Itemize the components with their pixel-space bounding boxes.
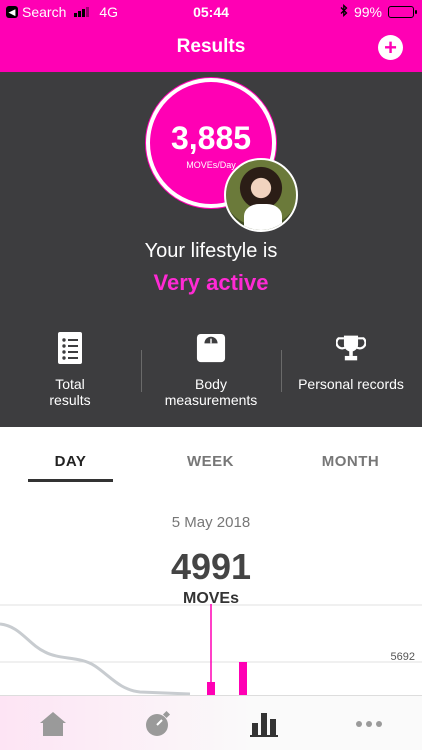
day-total-moves: 4991 — [170, 546, 252, 587]
body-measurements-label-2: measurements — [164, 392, 258, 408]
bottom-tab-bar — [0, 695, 422, 750]
more-icon — [356, 721, 382, 727]
home-icon — [40, 712, 66, 736]
tabbar-results[interactable] — [249, 710, 279, 738]
tab-week[interactable]: WEEK — [168, 453, 253, 470]
personal-records-label: Personal records — [298, 376, 404, 392]
status-bar: ◀ Search 4G 05:44 99% — [0, 0, 422, 24]
chart-reference-value: 5692 — [391, 651, 415, 663]
lifestyle-label: Your lifestyle is — [144, 240, 278, 262]
total-results-label-1: Total — [55, 376, 85, 392]
bluetooth-icon — [340, 4, 348, 20]
body-measurements-button[interactable]: Body measurements — [141, 330, 281, 408]
moves-per-day-value: 3,885 — [170, 120, 252, 156]
selected-date: 5 May 2018 — [171, 514, 251, 531]
page-title: Results — [176, 36, 246, 57]
personal-records-button[interactable]: Personal records — [281, 330, 421, 392]
moves-bar — [239, 662, 247, 696]
battery-icon — [388, 6, 417, 18]
tab-day[interactable]: DAY — [28, 453, 113, 470]
avatar[interactable] — [224, 158, 298, 232]
total-results-label-2: results — [49, 392, 91, 408]
list-icon — [55, 330, 85, 366]
shortcuts: Total results Body measurements Personal… — [0, 330, 422, 420]
plus-circle-icon: + — [384, 34, 397, 60]
period-tabs: DAY WEEK MONTH — [0, 427, 422, 487]
trophy-icon — [336, 330, 366, 366]
top-bar: ◀ Search 4G 05:44 99% Results + — [0, 0, 422, 72]
lifestyle-level: Very active — [153, 270, 269, 295]
summary-panel: 3,885 MOVEs/Day Your lifestyle is Very a… — [0, 72, 422, 427]
add-result-button[interactable]: + — [378, 35, 403, 60]
moves-bar — [207, 682, 215, 696]
day-moves-chart[interactable]: 5692 — [0, 604, 422, 696]
stopwatch-icon — [146, 710, 171, 736]
tabbar-workout[interactable] — [143, 710, 173, 738]
tabbar-more[interactable] — [354, 710, 384, 738]
battery-percent: 99% — [353, 4, 382, 20]
tab-month[interactable]: MONTH — [308, 453, 393, 470]
scale-icon — [196, 330, 226, 366]
body-measurements-label-1: Body — [195, 376, 227, 392]
status-right: 99% — [340, 4, 417, 20]
active-tab-indicator — [28, 479, 113, 482]
bar-chart-icon — [250, 713, 278, 737]
total-results-button[interactable]: Total results — [0, 330, 140, 408]
tabbar-home[interactable] — [38, 710, 68, 738]
activity-trend-line — [0, 622, 191, 696]
